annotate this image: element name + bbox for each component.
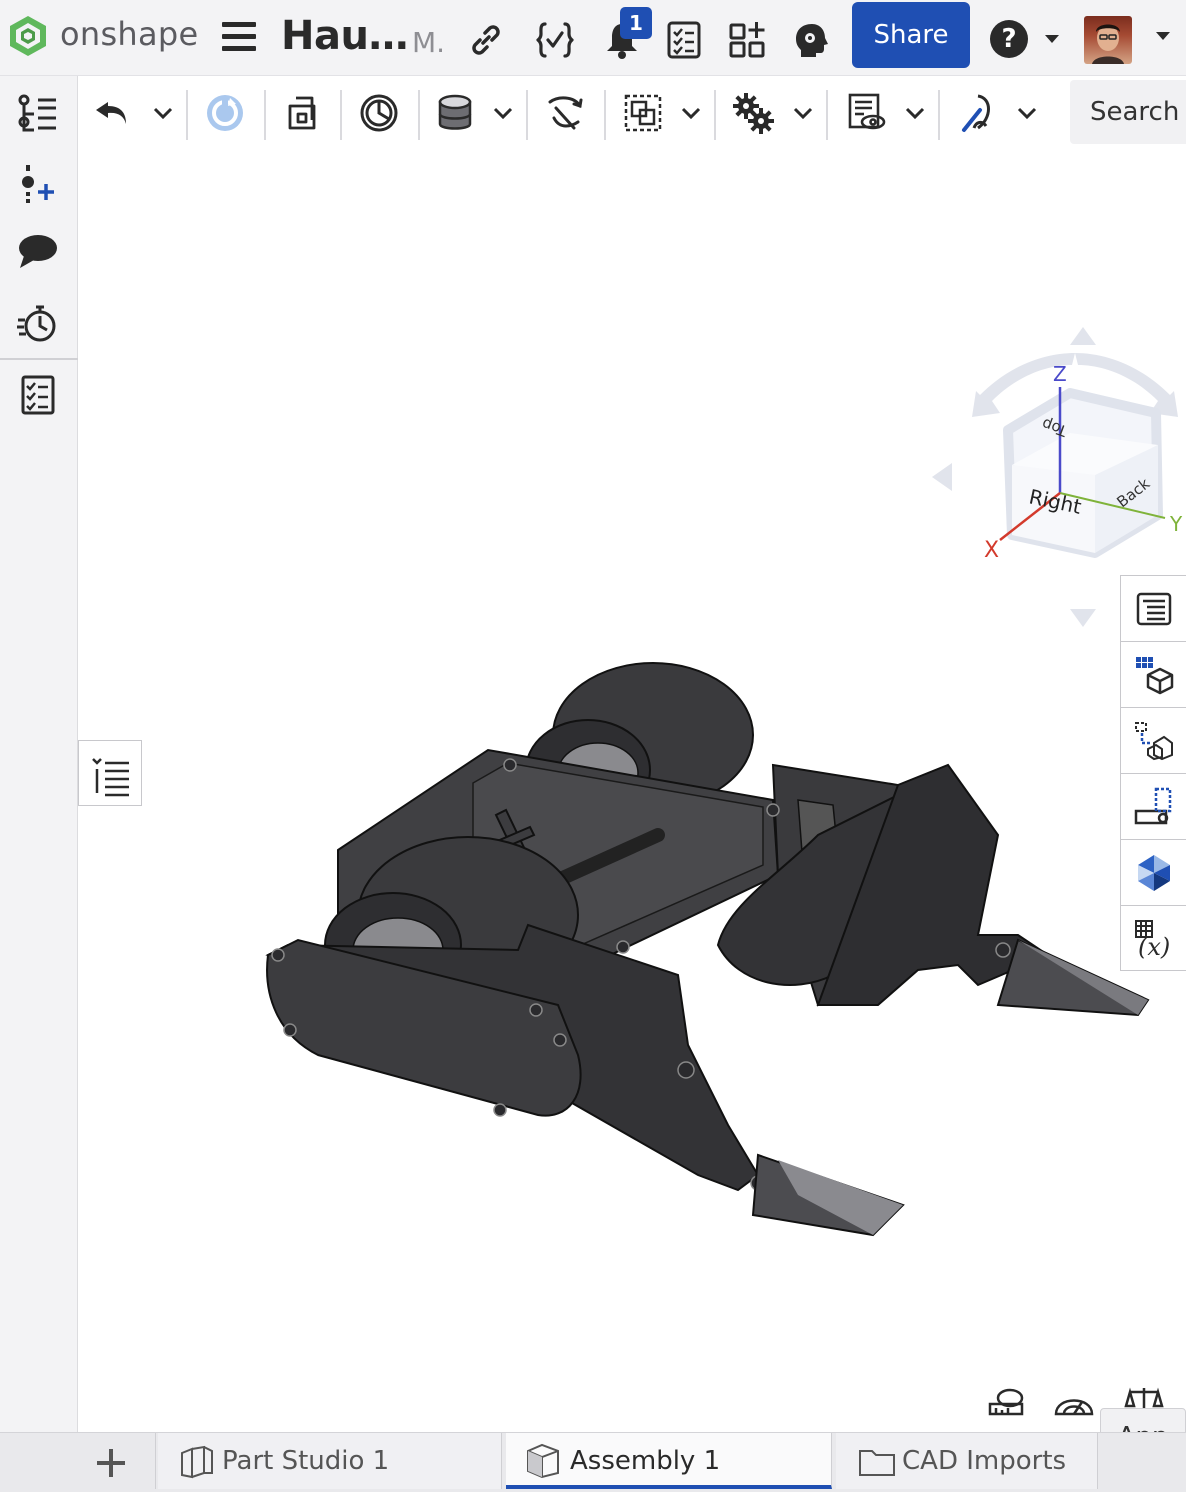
comments-icon[interactable] [16, 230, 60, 274]
toolbar-divider [418, 90, 420, 140]
list-outline-icon [92, 758, 129, 797]
help-icon[interactable]: ? [990, 20, 1028, 58]
part-studio-icon [181, 1445, 213, 1479]
left-sidebar [0, 76, 78, 1492]
tab-label: CAD Imports [902, 1446, 1067, 1476]
main-menu-icon[interactable] [222, 22, 256, 52]
user-avatar[interactable] [1084, 16, 1132, 64]
appearance-button[interactable] [1121, 840, 1186, 906]
named-views-icon[interactable] [846, 92, 888, 134]
toolbar-divider [340, 90, 342, 140]
sketch-curve-icon[interactable] [958, 92, 1000, 134]
bottom-tab-bar: Part Studio 1 Assembly 1 CAD Imports [0, 1432, 1186, 1492]
insert-icon[interactable] [16, 162, 60, 206]
robot-assembly-model[interactable] [258, 655, 1158, 1245]
top-bar: onshape Hau… M. 1 Share ? [0, 0, 1186, 76]
toolbar-divider [526, 90, 528, 140]
brand-name: onshape [60, 15, 199, 53]
tasks-icon[interactable] [664, 20, 704, 60]
mate-connector-icon[interactable] [544, 92, 586, 134]
toolbar-divider [186, 90, 188, 140]
variables-button[interactable]: (𝑥) [1121, 906, 1186, 972]
tasks-checklist-icon[interactable] [16, 374, 60, 418]
y-axis-label: Y [1169, 512, 1183, 536]
link-icon[interactable] [466, 20, 506, 60]
explode-view-icon [1135, 722, 1173, 761]
transform-dropdown-chevron-icon[interactable] [680, 102, 702, 124]
toolbar-divider [938, 90, 940, 140]
instance-list-toggle[interactable] [78, 740, 142, 806]
help-menu-caret-icon[interactable] [1045, 35, 1059, 43]
instances-list-icon [1136, 592, 1172, 626]
document-title[interactable]: Hau… [281, 13, 408, 59]
share-button[interactable]: Share [852, 2, 970, 68]
views-dropdown-chevron-icon[interactable] [904, 102, 926, 124]
measure-angle-icon[interactable] [1052, 1386, 1096, 1418]
add-tab-button[interactable] [78, 1433, 156, 1489]
sketch-dropdown-chevron-icon[interactable] [1016, 102, 1038, 124]
toolbar-divider [826, 90, 828, 140]
sidebar-divider [0, 358, 78, 360]
release-validation-icon[interactable] [535, 20, 575, 60]
onshape-logo-icon[interactable] [6, 14, 50, 58]
regenerate-icon[interactable] [204, 92, 246, 134]
tab-label: Part Studio 1 [222, 1446, 390, 1476]
avatar-face-icon [1092, 24, 1124, 64]
tab-assembly-1[interactable]: Assembly 1 [506, 1433, 832, 1489]
mass-dropdown-chevron-icon[interactable] [492, 102, 514, 124]
document-workspace-label[interactable]: M. [412, 26, 445, 59]
instances-list-button[interactable] [1121, 576, 1186, 642]
mass-cylinder-icon[interactable] [434, 92, 476, 134]
notification-count-badge: 1 [620, 7, 652, 39]
explode-view-button[interactable] [1121, 708, 1186, 774]
assembly-toolbar: Search [78, 76, 1186, 150]
tab-part-studio-1[interactable]: Part Studio 1 [158, 1433, 502, 1489]
learning-center-icon[interactable] [792, 20, 832, 60]
measure-distance-icon[interactable] [986, 1386, 1030, 1418]
graphics-area[interactable]: Z X Y Top Right Back [78, 150, 1186, 1432]
mate-values-button[interactable] [1121, 774, 1186, 840]
section-view-icon[interactable] [358, 92, 400, 134]
mate-values-icon [1134, 787, 1172, 825]
app-store-icon[interactable] [728, 20, 768, 60]
x-axis-label: X [984, 538, 999, 563]
add-plus-icon [97, 1449, 125, 1477]
feature-list-icon[interactable] [16, 92, 60, 136]
orientation-cube-icon[interactable] [1003, 388, 1163, 558]
toolbar-divider [604, 90, 606, 140]
transform-icon[interactable] [622, 92, 664, 134]
right-panel-toolbar: (𝑥) [1120, 575, 1186, 971]
gears-dropdown-chevron-icon[interactable] [792, 102, 814, 124]
tab-label: Assembly 1 [570, 1446, 721, 1476]
derived-icon[interactable] [282, 92, 324, 134]
folder-icon [859, 1450, 895, 1476]
bill-of-materials-icon [1136, 657, 1174, 695]
svg-text:(𝑥): (𝑥) [1138, 933, 1170, 959]
z-axis-label: Z [1053, 362, 1067, 386]
toolbar-divider [714, 90, 716, 140]
settings-gears-icon[interactable] [732, 92, 774, 134]
versions-history-icon[interactable] [16, 302, 60, 346]
account-menu-caret-icon[interactable] [1156, 32, 1170, 40]
toolbar-divider [264, 90, 266, 140]
assembly-icon [527, 1443, 559, 1479]
tab-cad-imports[interactable]: CAD Imports [836, 1433, 1098, 1489]
undo-redo-dropdown-chevron-icon[interactable] [152, 102, 174, 124]
appearance-icon [1138, 855, 1170, 891]
undo-icon[interactable] [92, 92, 134, 134]
variables-icon: (𝑥) [1135, 920, 1170, 959]
bill-of-materials-button[interactable] [1121, 642, 1186, 708]
toolbar-search-input[interactable]: Search [1070, 80, 1186, 144]
